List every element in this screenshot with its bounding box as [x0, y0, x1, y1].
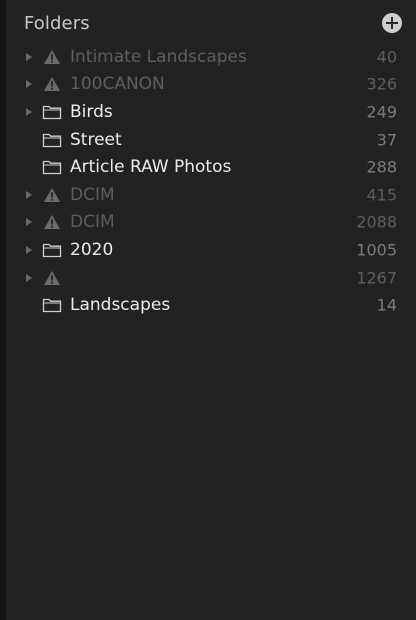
- warning-icon: [42, 186, 62, 204]
- folder-icon: [42, 158, 62, 176]
- folder-name: 2020: [70, 239, 114, 260]
- folders-panel: Folders Intimate Landscapes 40 100CANON 326…: [0, 0, 416, 620]
- folder-row[interactable]: DCIM 415: [0, 181, 416, 209]
- disclosure-triangle-icon[interactable]: [26, 190, 32, 199]
- folder-icon: [42, 131, 62, 149]
- folder-name: Article RAW Photos: [70, 157, 232, 178]
- folder-row[interactable]: Article RAW Photos 288: [0, 153, 416, 181]
- folder-count: 1267: [356, 268, 397, 288]
- folder-row[interactable]: 1267: [0, 264, 416, 292]
- folder-count: 288: [366, 157, 397, 177]
- warning-icon: [42, 48, 62, 66]
- folder-count: 37: [376, 130, 397, 150]
- folder-count: 40: [376, 47, 397, 67]
- folders-header: Folders: [24, 10, 402, 36]
- folder-list: Intimate Landscapes 40 100CANON 326 Birds 249…: [0, 43, 416, 319]
- folder-icon: [42, 241, 62, 259]
- warning-icon: [42, 269, 62, 287]
- folder-row[interactable]: Intimate Landscapes 40: [0, 43, 416, 71]
- folder-count: 249: [366, 102, 397, 122]
- disclosure-triangle-icon[interactable]: [26, 218, 32, 227]
- folder-row[interactable]: 100CANON 326: [0, 71, 416, 99]
- folder-name: DCIM: [70, 212, 115, 233]
- folder-icon: [42, 296, 62, 314]
- folders-title: Folders: [24, 12, 90, 34]
- folder-name: Birds: [70, 101, 113, 122]
- folder-row[interactable]: DCIM 2088: [0, 209, 416, 237]
- folder-icon: [42, 103, 62, 121]
- folder-row[interactable]: 2020 1005: [0, 236, 416, 264]
- disclosure-triangle-icon[interactable]: [26, 273, 32, 282]
- folder-count: 1005: [356, 240, 397, 260]
- folder-count: 326: [366, 74, 397, 94]
- disclosure-triangle-icon[interactable]: [26, 52, 32, 61]
- warning-icon: [42, 75, 62, 93]
- folder-name: Landscapes: [70, 295, 171, 316]
- folder-name: DCIM: [70, 184, 115, 205]
- disclosure-triangle-icon[interactable]: [26, 80, 32, 89]
- disclosure-triangle-icon[interactable]: [26, 245, 32, 254]
- folder-name: Street: [70, 129, 122, 150]
- folder-name: Intimate Landscapes: [70, 46, 247, 67]
- folder-count: 14: [376, 295, 397, 315]
- folder-name: 100CANON: [70, 74, 165, 95]
- add-folder-button[interactable]: [382, 13, 402, 33]
- folder-row[interactable]: Street 37: [0, 126, 416, 154]
- folder-count: 415: [366, 185, 397, 205]
- folder-row[interactable]: Birds 249: [0, 98, 416, 126]
- warning-icon: [42, 213, 62, 231]
- folder-row[interactable]: Landscapes 14: [0, 291, 416, 319]
- folder-count: 2088: [356, 212, 397, 232]
- disclosure-triangle-icon[interactable]: [26, 107, 32, 116]
